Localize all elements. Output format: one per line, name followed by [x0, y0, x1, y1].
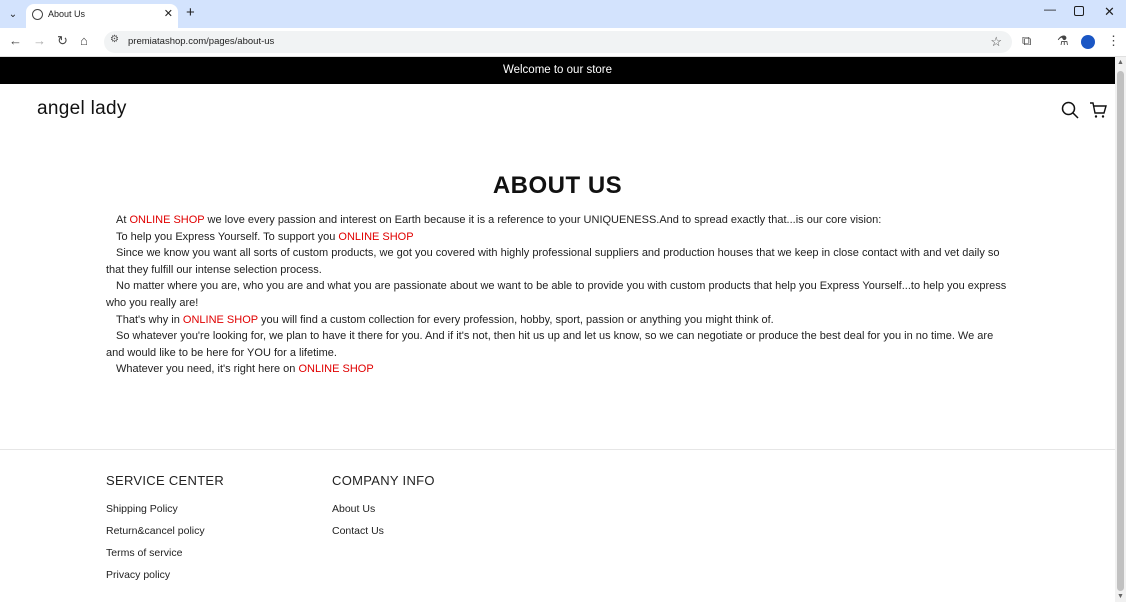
- shop-name-highlight: ONLINE SHOP: [129, 214, 205, 226]
- footer-divider: [0, 449, 1115, 450]
- page-scrollbar[interactable]: ▲ ▼: [1115, 57, 1126, 602]
- page-viewport: Welcome to our store angel lady ABOUT US…: [0, 57, 1115, 602]
- announcement-bar: Welcome to our store: [0, 57, 1115, 84]
- url-text: premiatashop.com/pages/about-us: [128, 36, 275, 47]
- window-close-icon[interactable]: ✕: [1104, 4, 1115, 20]
- tab-search-chevron-icon[interactable]: ⌄: [5, 6, 21, 22]
- store-logo[interactable]: angel lady: [37, 98, 127, 120]
- footer-heading: COMPANY INFO: [332, 473, 435, 488]
- menu-kebab-icon[interactable]: ⋮: [1107, 33, 1120, 49]
- profile-avatar-icon[interactable]: [1081, 35, 1095, 49]
- forward-icon[interactable]: →: [33, 33, 46, 48]
- footer-link-shipping-policy[interactable]: Shipping Policy: [106, 503, 224, 516]
- shop-name-highlight: ONLINE SHOP: [298, 363, 374, 376]
- address-bar[interactable]: ⚙ premiatashop.com/pages/about-us ☆: [104, 31, 1012, 53]
- about-paragraph: That's why in ONLINE SHOP you will find …: [116, 313, 774, 326]
- about-paragraph: Since we know you want all sorts of cust…: [106, 247, 1000, 276]
- footer-link-privacy-policy[interactable]: Privacy policy: [106, 569, 224, 582]
- home-icon[interactable]: ⌂: [80, 33, 88, 48]
- minimize-icon[interactable]: —: [1044, 2, 1056, 16]
- browser-toolbar: ← → ↻ ⌂ ⚙ premiatashop.com/pages/about-u…: [0, 28, 1126, 57]
- about-paragraph: No matter where you are, who you are and…: [106, 280, 1007, 309]
- globe-icon: [32, 9, 43, 20]
- close-tab-icon[interactable]: ✕: [164, 7, 173, 20]
- site-settings-icon[interactable]: ⚙: [110, 34, 119, 45]
- scroll-down-arrow-icon[interactable]: ▼: [1117, 593, 1124, 600]
- about-content: At ONLINE SHOP we love every passion and…: [106, 212, 1012, 378]
- labs-icon[interactable]: ⚗: [1057, 33, 1069, 49]
- footer-link-contact-us[interactable]: Contact Us: [332, 525, 435, 538]
- footer-heading: SERVICE CENTER: [106, 473, 225, 488]
- footer-service-center: SERVICE CENTER Shipping Policy Return&ca…: [106, 473, 224, 582]
- browser-tab[interactable]: About Us ✕: [26, 4, 178, 28]
- footer-link-return-cancel-policy[interactable]: Return&cancel policy: [106, 525, 224, 538]
- new-tab-icon[interactable]: +: [186, 4, 195, 21]
- back-icon[interactable]: ←: [9, 33, 22, 48]
- about-paragraph: Whatever you need, it's right here on ON…: [116, 363, 374, 376]
- footer-link-terms-of-service[interactable]: Terms of service: [106, 547, 224, 560]
- scrollbar-thumb[interactable]: [1117, 71, 1124, 591]
- scroll-up-arrow-icon[interactable]: ▲: [1117, 59, 1124, 66]
- footer-company-info: COMPANY INFO About Us Contact Us: [332, 473, 435, 538]
- search-icon[interactable]: [1061, 101, 1079, 119]
- extensions-icon[interactable]: ⧉: [1022, 33, 1031, 49]
- restore-icon[interactable]: [1074, 6, 1084, 16]
- page-title: ABOUT US: [492, 172, 623, 199]
- shop-name-highlight: ONLINE SHOP: [182, 313, 258, 326]
- tab-title: About Us: [48, 9, 86, 19]
- about-paragraph: So whatever you're looking for, we plan …: [106, 330, 994, 359]
- about-paragraph: To help you Express Yourself. To support…: [116, 230, 414, 243]
- browser-tab-bar: ⌄ About Us ✕ + — ✕: [0, 0, 1126, 28]
- about-paragraph: At ONLINE SHOP we love every passion and…: [116, 214, 882, 226]
- cart-icon[interactable]: [1089, 101, 1107, 119]
- footer-link-about-us[interactable]: About Us: [332, 503, 435, 516]
- reload-icon[interactable]: ↻: [57, 33, 68, 49]
- bookmark-star-icon[interactable]: ☆: [990, 34, 1002, 50]
- shop-name-highlight: ONLINE SHOP: [338, 230, 414, 243]
